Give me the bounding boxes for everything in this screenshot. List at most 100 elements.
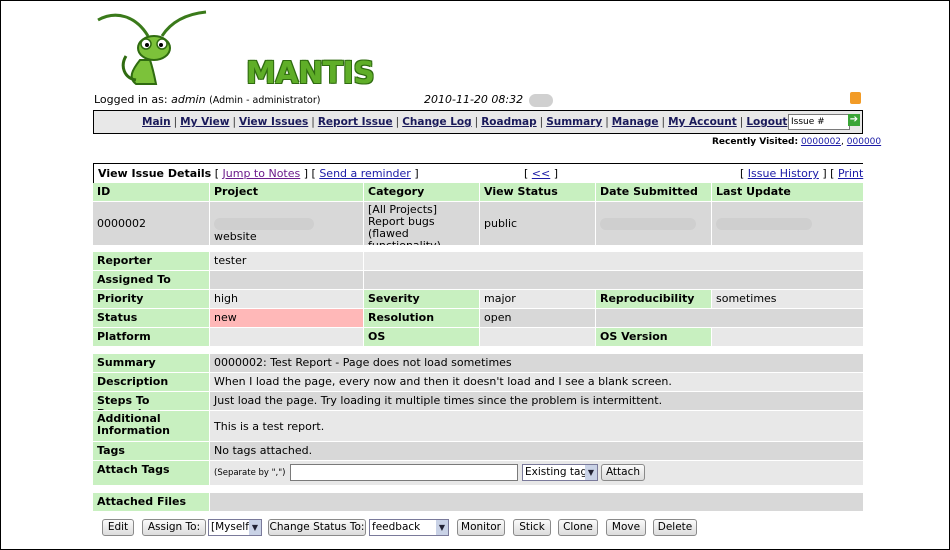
table-row: Attach Tags (Separate by ",") Existing t…: [93, 461, 863, 485]
monitor-button[interactable]: Monitor: [457, 519, 505, 536]
summary-label: Summary: [93, 354, 209, 372]
go-arrow-icon[interactable]: ➔: [848, 114, 860, 126]
menu-view-issues[interactable]: View Issues: [239, 116, 308, 128]
details-title: View Issue Details [ Jump to Notes ] [ S…: [98, 167, 419, 180]
menu-report-issue[interactable]: Report Issue: [318, 116, 393, 128]
attach-tags-cell: (Separate by ",") Existing tags ▼ Attach: [210, 461, 863, 485]
tag-input[interactable]: [290, 464, 518, 481]
send-reminder-link[interactable]: Send a reminder: [319, 167, 411, 180]
menu-main[interactable]: Main: [142, 116, 171, 128]
prev-issue-nav: [ << ]: [524, 167, 559, 180]
mantis-logo[interactable]: MANTIS: [96, 8, 375, 91]
project-name: website: [214, 230, 257, 243]
header-id: ID: [93, 183, 209, 201]
redacted-blur: [716, 218, 812, 230]
table-row: Tags No tags attached.: [93, 442, 863, 460]
menu-summary[interactable]: Summary: [546, 116, 602, 128]
table-row: Status new Resolution open: [93, 309, 863, 327]
attached-files-label: Attached Files: [93, 493, 209, 511]
empty-cell: [364, 271, 863, 289]
menu-manage[interactable]: Manage: [612, 116, 659, 128]
status-select-value: feedback: [372, 521, 421, 533]
status-select[interactable]: feedback ▼: [369, 519, 449, 536]
separator-hint: (Separate by ","): [214, 468, 286, 478]
summary-value: 0000002: Test Report - Page does not loa…: [210, 354, 863, 372]
datetime-text: 2010-11-20 08:32: [424, 93, 524, 106]
assign-to-select[interactable]: [Myself] ▼: [208, 519, 262, 536]
menu-separator: |: [395, 116, 400, 128]
attached-files-value: [210, 493, 863, 511]
menu-logout[interactable]: Logout: [746, 116, 787, 128]
change-status-button[interactable]: Change Status To:: [268, 519, 366, 536]
os-value: [480, 328, 595, 346]
reproducibility-label: Reproducibility: [596, 290, 711, 308]
move-button[interactable]: Move: [606, 519, 646, 536]
menu-my-account[interactable]: My Account: [668, 116, 737, 128]
header-last-update: Last Update: [712, 183, 863, 201]
menu-my-view[interactable]: My View: [180, 116, 229, 128]
issue-history-link[interactable]: Issue History: [748, 167, 819, 180]
tags-value: No tags attached.: [210, 442, 863, 460]
menu-roadmap[interactable]: Roadmap: [481, 116, 536, 128]
platform-label: Platform: [93, 328, 209, 346]
main-menu-bar: Main | My View | View Issues | Report Issue | Ch…: [93, 110, 863, 134]
os-version-value: [712, 328, 863, 346]
attach-button[interactable]: Attach: [601, 464, 645, 481]
steps-label: Steps To Reproduce: [93, 392, 209, 410]
prev-issue-link[interactable]: <<: [532, 167, 550, 180]
recently-visited: Recently Visited: 0000002, 000000: [712, 137, 882, 147]
table-row: 0000002 website [All Projects] Report bu…: [93, 202, 863, 245]
resolution-value: open: [480, 309, 595, 327]
menu-change-log[interactable]: Change Log: [402, 116, 471, 128]
recent-issue-link[interactable]: 000000: [847, 137, 881, 147]
severity-value: major: [480, 290, 595, 308]
stick-button[interactable]: Stick: [513, 519, 551, 536]
header-date-submitted: Date Submitted: [596, 183, 711, 201]
issue-id: 0000002: [93, 202, 209, 245]
last-update-value: [712, 202, 863, 245]
table-row: Reporter tester: [93, 252, 863, 270]
tags-label: Tags: [93, 442, 209, 460]
os-label: OS: [364, 328, 479, 346]
print-link[interactable]: Print: [838, 167, 863, 180]
existing-tags-select[interactable]: Existing tags ▼: [522, 464, 598, 481]
menu-separator: |: [474, 116, 479, 128]
severity-label: Severity: [364, 290, 479, 308]
jump-to-notes-link[interactable]: Jump to Notes: [223, 167, 301, 180]
assign-to-button[interactable]: Assign To:: [142, 519, 206, 536]
assigned-to-label: Assigned To: [93, 271, 209, 289]
steps-value: Just load the page. Try loading it multi…: [210, 392, 863, 410]
menu-separator: |: [311, 116, 315, 128]
table-row: Steps To Reproduce Just load the page. T…: [93, 392, 863, 410]
table-row: Assigned To: [93, 271, 863, 289]
recent-issue-link[interactable]: 0000002: [801, 137, 841, 147]
logo-text: MANTIS: [246, 56, 375, 91]
rss-feed-icon[interactable]: [850, 92, 861, 104]
table-row: Additional Information This is a test re…: [93, 411, 863, 441]
view-status-value: public: [480, 202, 595, 245]
attach-tags-label: Attach Tags: [93, 461, 209, 485]
description-label: Description: [93, 373, 209, 391]
clone-button[interactable]: Clone: [558, 519, 598, 536]
edit-button[interactable]: Edit: [102, 519, 134, 536]
redacted-blur: [528, 93, 553, 107]
description-value: When I load the page, every now and then…: [210, 373, 863, 391]
menu-separator: |: [232, 116, 237, 128]
delete-button[interactable]: Delete: [653, 519, 697, 536]
dropdown-arrow-icon: ▼: [436, 520, 448, 535]
reporter-value: tester: [210, 252, 363, 270]
dropdown-arrow-icon: ▼: [249, 520, 261, 535]
header-category: Category: [364, 183, 479, 201]
date-submitted-value: [596, 202, 711, 245]
reproducibility-value: sometimes: [712, 290, 863, 308]
empty-cell: [364, 252, 863, 270]
header-row: ID Project Category View Status Date Sub…: [93, 183, 863, 201]
user-role: (Admin - administrator): [209, 95, 321, 106]
table-row: Priority high Severity major Reproducibi…: [93, 290, 863, 308]
issue-number-input[interactable]: [788, 114, 850, 130]
priority-label: Priority: [93, 290, 209, 308]
table-row: Attached Files: [93, 493, 863, 511]
username: admin: [171, 93, 206, 106]
current-datetime: 2010-11-20 08:32: [424, 93, 553, 107]
resolution-label: Resolution: [364, 309, 479, 327]
